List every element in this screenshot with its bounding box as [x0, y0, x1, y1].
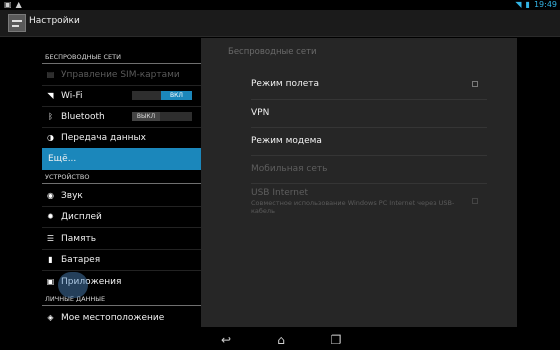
- data-usage-label: Передача данных: [61, 132, 146, 143]
- vpn-label: VPN: [251, 108, 270, 118]
- navigation-bar: ↩ ⌂ ❐: [0, 330, 560, 350]
- wifi-icon: ◥: [47, 91, 54, 100]
- action-bar: Настройки: [0, 10, 560, 37]
- usb-internet-item: USB Internet Совместное использование Wi…: [251, 188, 487, 215]
- storage-icon: ☰: [46, 234, 55, 243]
- airplane-mode-item[interactable]: Режим полета: [251, 79, 487, 89]
- battery-item[interactable]: ▮ Батарея: [42, 249, 201, 270]
- airplane-mode-label: Режим полета: [251, 79, 320, 89]
- section-header-wireless: БЕСПРОВОДНЫЕ СЕТИ: [42, 50, 201, 64]
- location-item[interactable]: ◈ Мое местоположение: [42, 307, 201, 328]
- location-icon: ◈: [47, 313, 54, 322]
- usb-internet-description: Совместное использование Windows PC Inte…: [251, 199, 455, 215]
- status-bar: ▣ ▲ ◥ ▮ 19:49: [0, 0, 560, 10]
- display-item[interactable]: ✹ Дисплей: [42, 206, 201, 227]
- wifi-icon: ◥: [515, 0, 522, 9]
- panel-header: Беспроводные сети: [228, 47, 317, 57]
- sim-management-label: Управление SIM-картами: [61, 69, 180, 80]
- mobile-network-label: Мобильная сеть: [251, 164, 328, 174]
- bluetooth-item[interactable]: ᛒ Bluetooth ВЫКЛ: [42, 106, 201, 127]
- settings-app-icon[interactable]: [8, 14, 26, 32]
- storage-label: Память: [61, 233, 97, 244]
- image-icon: ▣: [4, 0, 12, 9]
- status-time: 19:49: [533, 0, 557, 9]
- wifi-label: Wi-Fi: [61, 90, 83, 101]
- app-title: Настройки: [29, 16, 80, 26]
- back-icon[interactable]: ↩: [213, 332, 239, 348]
- bluetooth-icon: ᛒ: [48, 112, 53, 121]
- recents-icon[interactable]: ❐: [323, 332, 349, 348]
- data-usage-icon: ◑: [47, 133, 54, 142]
- apps-icon: ▣: [46, 277, 55, 286]
- sound-item[interactable]: ◉ Звук: [42, 185, 201, 206]
- battery-icon: ▮: [48, 255, 53, 264]
- more-item[interactable]: Ещё...: [42, 148, 201, 170]
- bluetooth-toggle-off: ВЫКЛ: [132, 112, 160, 121]
- mobile-network-item: Мобильная сеть: [251, 164, 487, 174]
- vpn-item[interactable]: VPN: [251, 108, 487, 118]
- wifi-toggle[interactable]: ВКЛ: [132, 91, 192, 100]
- battery-icon: ▮: [525, 0, 530, 9]
- wifi-toggle-on: ВКЛ: [161, 91, 192, 100]
- display-label: Дисплей: [61, 211, 102, 222]
- storage-item[interactable]: ☰ Память: [42, 228, 201, 249]
- wifi-item[interactable]: ◥ Wi-Fi ВКЛ: [42, 85, 201, 106]
- bluetooth-label: Bluetooth: [61, 111, 105, 122]
- airplane-mode-checkbox[interactable]: [472, 81, 478, 87]
- sound-label: Звук: [61, 190, 83, 201]
- home-icon[interactable]: ⌂: [268, 332, 294, 348]
- bluetooth-toggle[interactable]: ВЫКЛ: [132, 112, 192, 121]
- warning-icon: ▲: [15, 0, 22, 9]
- section-header-device: УСТРОЙСТВО: [42, 170, 201, 184]
- display-icon: ✹: [47, 212, 54, 221]
- sim-icon: ▤: [46, 70, 55, 79]
- sound-icon: ◉: [47, 191, 54, 200]
- battery-label: Батарея: [61, 254, 101, 265]
- usb-internet-checkbox: [472, 198, 478, 204]
- sim-management-item: ▤ Управление SIM-картами: [42, 64, 201, 85]
- tethering-label: Режим модема: [251, 136, 322, 146]
- usb-internet-label: USB Internet: [251, 188, 309, 198]
- location-label: Мое местоположение: [61, 312, 165, 323]
- tethering-item[interactable]: Режим модема: [251, 136, 487, 146]
- watermark-logo: [58, 272, 88, 298]
- wireless-detail-panel: Беспроводные сети Режим полета VPN Режим…: [201, 38, 517, 327]
- more-label: Ещё...: [48, 154, 77, 164]
- data-usage-item[interactable]: ◑ Передача данных: [42, 127, 201, 148]
